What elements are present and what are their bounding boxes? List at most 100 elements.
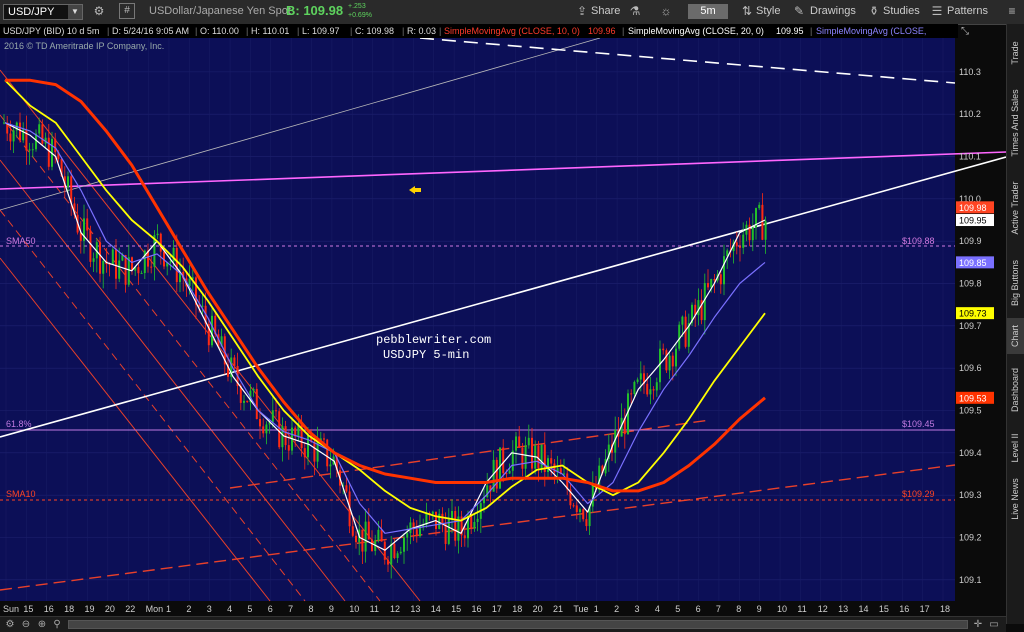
share-icon[interactable]: ⇪	[574, 3, 590, 19]
style-button[interactable]: Style	[756, 5, 780, 17]
studies-icon[interactable]: ⚱	[866, 3, 882, 19]
candle-body	[99, 242, 101, 274]
x-tick-label: 13	[838, 604, 848, 614]
side-tab-live-news[interactable]: Live News	[1007, 473, 1024, 525]
candle-body	[652, 389, 655, 391]
candle-body	[9, 133, 12, 142]
crosshair-icon[interactable]: ✛	[972, 619, 984, 631]
hash-icon[interactable]: #	[119, 3, 135, 19]
candle-body	[547, 458, 549, 472]
header-sma-other-label: SimpleMovingAvg (CLOSE,	[816, 26, 927, 36]
candle-body	[47, 137, 50, 167]
annotation-site: pebblewriter.com	[376, 333, 491, 347]
price-badge-label: 109.73	[959, 309, 987, 319]
time-scrollbar[interactable]	[68, 620, 968, 629]
symbol-selector[interactable]: USD/JPY ▼	[3, 4, 83, 20]
patterns-button[interactable]: Patterns	[947, 5, 988, 17]
side-tab-times-and-sales[interactable]: Times And Sales	[1007, 81, 1024, 165]
side-tab-dashboard[interactable]: Dashboard	[1007, 357, 1024, 423]
x-tick-label: 10	[349, 604, 359, 614]
gear-icon[interactable]: ⚙	[91, 3, 107, 19]
candle-body	[387, 559, 389, 565]
expand-icon[interactable]: ▭	[988, 619, 1000, 631]
x-tick-label: 8	[736, 604, 741, 614]
timeframe-selector[interactable]: 5m	[688, 4, 728, 19]
candle-body	[639, 373, 642, 380]
gear-icon[interactable]: ⚙	[4, 619, 16, 631]
studies-button[interactable]: Studies	[883, 5, 920, 17]
candle-body	[28, 149, 31, 151]
candle-body	[255, 388, 258, 420]
candle-body	[54, 138, 57, 153]
drawings-button[interactable]: Drawings	[810, 5, 856, 17]
side-tab-big-buttons[interactable]: Big Buttons	[1007, 251, 1024, 315]
candle-body	[19, 122, 21, 141]
menu-icon[interactable]: ≡	[1004, 3, 1020, 19]
flask-icon[interactable]: ⚗	[627, 3, 643, 19]
header-low: L: 109.97	[302, 26, 340, 36]
settings-sun-icon[interactable]: ☼	[658, 3, 674, 19]
sma10-value-label: $109.29	[902, 489, 935, 499]
candle-body	[406, 533, 409, 538]
candle-body	[246, 400, 249, 403]
y-tick-label: 109.2	[959, 533, 982, 543]
x-tick-label: 10	[777, 604, 787, 614]
candle-body	[463, 535, 466, 539]
candle-body	[518, 436, 521, 448]
candle-body	[41, 124, 44, 144]
x-tick-label: 1	[594, 604, 599, 614]
candle-body	[396, 553, 399, 558]
header-high: H: 110.01	[251, 26, 290, 36]
candle-body	[441, 513, 444, 525]
side-tab-level-ii[interactable]: Level II	[1007, 426, 1024, 470]
candle-body	[287, 445, 290, 451]
candle-body	[92, 258, 95, 262]
share-button[interactable]: Share	[591, 5, 620, 17]
candle-body	[655, 382, 658, 391]
side-tab-label: Level II	[1010, 433, 1020, 463]
annotation-subtitle: USDJPY 5-min	[383, 348, 469, 362]
last-price: B: 109.98	[286, 3, 344, 18]
y-tick-label: 110.3	[959, 67, 981, 77]
side-tab-active-trader[interactable]: Active Trader	[1007, 168, 1024, 248]
chart-header: USD/JPY (BID) 10 d 5m | D: 5/24/16 9:05 …	[0, 24, 958, 38]
candle-body	[633, 381, 636, 394]
candle-body	[111, 249, 114, 265]
x-tick-label: 8	[309, 604, 314, 614]
candle-body	[351, 526, 354, 536]
y-tick-label: 109.7	[959, 321, 982, 331]
x-tick-label: 7	[716, 604, 721, 614]
side-tab-label: Live News	[1010, 478, 1020, 520]
right-side-panel: Trade Times And Sales Active Trader Big But…	[1006, 24, 1024, 624]
candle-body	[329, 464, 332, 467]
drawings-icon[interactable]: ✎	[791, 3, 807, 19]
thinkorswim-chart-window: USD/JPY ▼ ⚙ # USDollar/Japanese Yen Spot…	[0, 0, 1024, 632]
candle-body	[262, 426, 265, 434]
candle-body	[444, 524, 447, 544]
candle-body	[345, 485, 348, 492]
y-tick-label: 109.1	[959, 575, 982, 585]
x-tick-label: 19	[84, 604, 94, 614]
side-tab-chart[interactable]: Chart	[1007, 318, 1024, 354]
x-tick-label: 7	[288, 604, 293, 614]
candle-body	[572, 505, 575, 507]
collapse-icon[interactable]: ⤡	[958, 24, 972, 38]
style-icon[interactable]: ⇅	[739, 3, 755, 19]
scrollbar-thumb[interactable]	[69, 621, 967, 628]
patterns-icon[interactable]: ☰	[929, 3, 945, 19]
zoom-in-icon[interactable]: ⊕	[36, 619, 48, 631]
candle-body	[137, 267, 140, 274]
x-tick-label: 9	[757, 604, 762, 614]
candle-body	[271, 410, 274, 423]
magnifier-icon[interactable]: ⚲	[51, 619, 63, 631]
side-tab-trade[interactable]: Trade	[1007, 28, 1024, 78]
y-tick-label: 110.2	[959, 109, 981, 119]
zoom-out-icon[interactable]: ⊖	[20, 619, 32, 631]
sma50-value-label: $109.88	[902, 236, 935, 246]
x-tick-label: 22	[125, 604, 135, 614]
candle-body	[739, 246, 741, 248]
candle-body	[323, 438, 325, 440]
chevron-down-icon[interactable]: ▼	[68, 5, 82, 19]
price-chart[interactable]: 110.3110.2110.1110.0109.9109.8109.7109.6…	[0, 38, 1006, 622]
x-tick-label: 16	[44, 604, 54, 614]
